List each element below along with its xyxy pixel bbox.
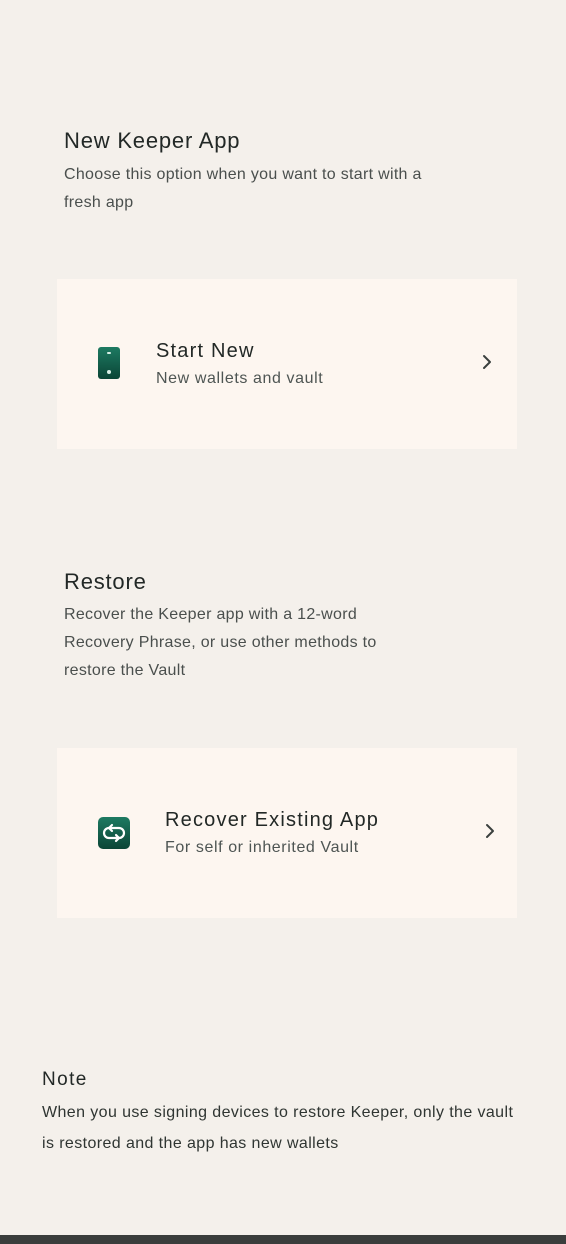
recover-arrows-icon — [98, 817, 130, 849]
recover-existing-title: Recover Existing App — [165, 809, 380, 831]
start-new-subtitle: New wallets and vault — [156, 370, 324, 387]
note-title: Note — [42, 1069, 88, 1090]
restore-title: Restore — [64, 569, 147, 594]
chevron-right-icon — [483, 355, 491, 369]
chevron-right-icon — [486, 824, 494, 838]
start-new-title: Start New — [156, 340, 255, 362]
bottom-bar — [0, 1235, 566, 1244]
recover-existing-subtitle: For self or inherited Vault — [165, 839, 359, 856]
restore-description: Recover the Keeper app with a 12-word Re… — [64, 606, 377, 679]
new-app-title: New Keeper App — [64, 128, 241, 153]
note-text: When you use signing devices to restore … — [42, 1104, 514, 1152]
recover-existing-card[interactable]: Recover Existing App For self or inherit… — [57, 748, 517, 918]
start-new-card[interactable]: Start New New wallets and vault — [57, 279, 517, 449]
phone-icon — [98, 347, 120, 379]
new-app-description: Choose this option when you want to star… — [64, 166, 422, 211]
